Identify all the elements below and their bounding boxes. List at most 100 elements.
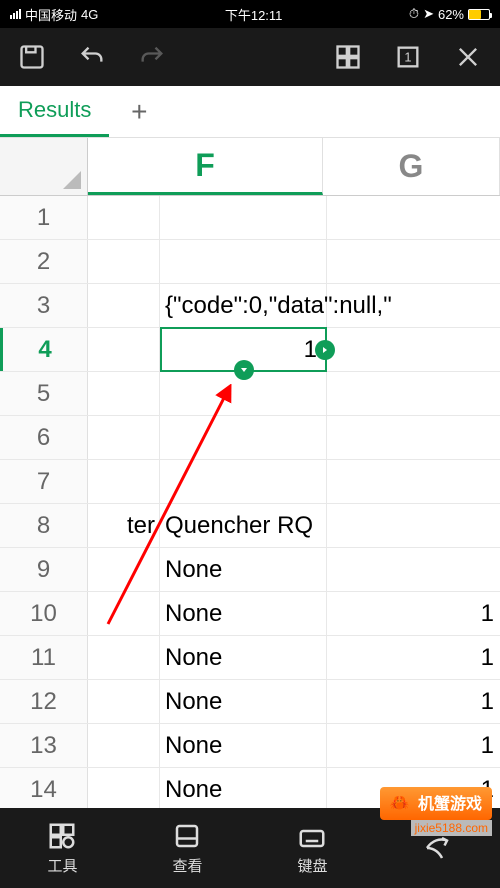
cell[interactable] (88, 328, 160, 371)
row: 7 (0, 460, 500, 504)
watermark: 🦀 机蟹游戏 jixie5188.com (380, 787, 492, 836)
row-header[interactable]: 6 (0, 416, 88, 459)
row-header[interactable]: 11 (0, 636, 88, 679)
row-header[interactable]: 9 (0, 548, 88, 591)
cell[interactable]: 1 (327, 592, 500, 635)
cell[interactable] (160, 240, 327, 283)
cell[interactable] (327, 372, 500, 415)
cell[interactable] (327, 416, 500, 459)
undo-button[interactable] (78, 43, 106, 71)
nav-view[interactable]: 查看 (172, 821, 202, 876)
cell[interactable] (88, 768, 160, 811)
cell[interactable]: {"code":0,"data":null," (160, 284, 327, 327)
cell[interactable] (327, 460, 500, 503)
grid-button[interactable] (334, 43, 362, 71)
row-header[interactable]: 8 (0, 504, 88, 547)
cell[interactable]: 1 (327, 680, 500, 723)
tab-results[interactable]: Results (0, 86, 109, 137)
row-header[interactable]: 14 (0, 768, 88, 811)
alarm-icon: ⏱ (409, 6, 419, 22)
cell[interactable]: ter (88, 504, 160, 547)
close-button[interactable] (454, 43, 482, 71)
carrier-label: 中国移动 (25, 5, 77, 24)
cell[interactable]: 1 (327, 724, 500, 767)
cell[interactable] (327, 328, 500, 371)
cell[interactable]: None (160, 636, 327, 679)
sheet-tabs: Results + (0, 86, 500, 138)
cell[interactable] (88, 548, 160, 591)
column-headers: F G (0, 138, 500, 196)
cell[interactable] (327, 504, 500, 547)
row: 9 None (0, 548, 500, 592)
app-toolbar: 1 (0, 28, 500, 86)
row: 3 {"code":0,"data":null," (0, 284, 500, 328)
spreadsheet-grid[interactable]: 123{"code":0,"data":null,"415678terQuenc… (0, 196, 500, 812)
cell[interactable] (88, 592, 160, 635)
cell[interactable] (88, 460, 160, 503)
cell[interactable]: 1 (327, 636, 500, 679)
cell[interactable] (88, 196, 160, 239)
row: 12 None1 (0, 680, 500, 724)
col-header-g[interactable]: G (323, 138, 500, 195)
row-header[interactable]: 3 (0, 284, 88, 327)
row-header[interactable]: 10 (0, 592, 88, 635)
cell[interactable] (327, 196, 500, 239)
cell[interactable]: None (160, 768, 327, 811)
add-sheet-button[interactable]: + (109, 96, 169, 128)
svg-text:1: 1 (404, 50, 411, 65)
cell[interactable] (88, 724, 160, 767)
cell[interactable] (160, 460, 327, 503)
cell[interactable] (160, 416, 327, 459)
row: 5 (0, 372, 500, 416)
cell[interactable]: None (160, 724, 327, 767)
row-header[interactable]: 2 (0, 240, 88, 283)
row-header[interactable]: 1 (0, 196, 88, 239)
row-header[interactable]: 13 (0, 724, 88, 767)
cell[interactable]: None (160, 680, 327, 723)
cell[interactable] (88, 636, 160, 679)
nav-tools[interactable]: 工具 (47, 821, 77, 876)
status-bar: 中国移动 4G 下午12:11 ⏱ ➤ 62% (0, 0, 500, 28)
col-header-f[interactable]: F (88, 138, 323, 195)
cell[interactable] (88, 680, 160, 723)
view-icon (172, 821, 202, 851)
cell[interactable] (88, 240, 160, 283)
nav-keyboard[interactable]: 键盘 (297, 821, 327, 876)
crab-icon: 🦀 (390, 793, 414, 817)
cell[interactable]: None (160, 548, 327, 591)
row: 6 (0, 416, 500, 460)
cell[interactable] (88, 284, 160, 327)
share-icon (422, 833, 452, 863)
cell[interactable]: None (160, 592, 327, 635)
row-header[interactable]: 7 (0, 460, 88, 503)
nav-share[interactable] (422, 833, 452, 863)
tools-icon (47, 821, 77, 851)
cell[interactable] (88, 416, 160, 459)
row: 2 (0, 240, 500, 284)
battery-icon (468, 9, 490, 20)
cell[interactable] (327, 548, 500, 591)
row-header[interactable]: 12 (0, 680, 88, 723)
cell[interactable] (88, 372, 160, 415)
row-header[interactable]: 4 (0, 328, 88, 371)
cell[interactable]: 1 (160, 327, 327, 372)
location-icon: ➤ (423, 6, 434, 22)
cell[interactable]: Quencher RQ (160, 504, 327, 547)
cell[interactable] (327, 240, 500, 283)
save-button[interactable] (18, 43, 46, 71)
row: 41 (0, 328, 500, 372)
redo-button[interactable] (138, 43, 166, 71)
row: 8terQuencher RQ (0, 504, 500, 548)
network-label: 4G (81, 7, 98, 22)
fill-handle-right[interactable] (315, 340, 335, 360)
window-button[interactable]: 1 (394, 43, 422, 71)
signal-icon (10, 9, 21, 19)
clock-label: 下午12:11 (98, 5, 409, 24)
cell[interactable] (160, 196, 327, 239)
row: 10 None1 (0, 592, 500, 636)
keyboard-icon (297, 821, 327, 851)
select-all-corner[interactable] (0, 138, 88, 195)
row: 13 None1 (0, 724, 500, 768)
row-header[interactable]: 5 (0, 372, 88, 415)
fill-handle-bottom[interactable] (234, 360, 254, 380)
